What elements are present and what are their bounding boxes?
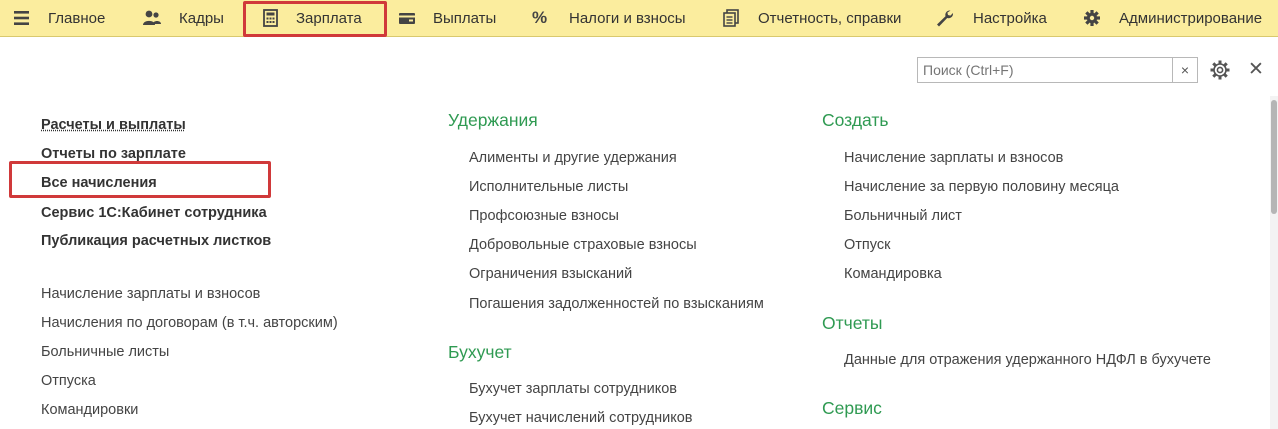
scrollbar-thumb[interactable] <box>1271 100 1277 214</box>
menu-item-reports[interactable]: Отчетность, справки <box>721 0 901 36</box>
percent-icon: % <box>532 8 548 27</box>
menu-item-label: Кадры <box>179 9 224 27</box>
menu-item-main[interactable]: Главное <box>12 0 105 36</box>
menu-item-label: Администрирование <box>1119 9 1263 27</box>
section-title-uderzhaniya: Удержания <box>448 110 538 130</box>
people-icon <box>142 9 162 27</box>
link-pogasheniya-zadolzhennostej[interactable]: Погашения задолженностей по взысканиям <box>469 296 764 312</box>
section-title-otchety: Отчеты <box>822 313 883 333</box>
search-input[interactable] <box>917 57 1173 83</box>
link-dannye-ndfl[interactable]: Данные для отражения удержанного НДФЛ в … <box>844 352 1211 368</box>
link-bolnichnye-listy[interactable]: Больничные листы <box>41 344 169 360</box>
link-otchety-po-zarplate[interactable]: Отчеты по зарплате <box>41 146 186 162</box>
search-clear-button[interactable]: × <box>1173 57 1198 83</box>
menu-item-administration[interactable]: Администрирование <box>1083 0 1262 36</box>
menu-item-payments[interactable]: Выплаты <box>398 0 496 36</box>
link-nachisleniya-po-dogovoram[interactable]: Начисления по договорам (в т.ч. авторски… <box>41 315 338 331</box>
menu-item-settings[interactable]: Настройка <box>935 0 1047 36</box>
close-icon: ✕ <box>1248 59 1264 80</box>
link-sozdat-pervaya-polovina[interactable]: Начисление за первую половину месяца <box>844 179 1119 195</box>
top-menu-bar: Главное Кадры Зарплата Выплаты % Налоги … <box>0 0 1278 37</box>
section-title-buhuchet: Бухучет <box>448 342 512 362</box>
link-dobrovolnye-vznosy[interactable]: Добровольные страховые взносы <box>469 237 697 253</box>
link-publikaciya-raschetnyh-listkov[interactable]: Публикация расчетных листков <box>41 233 271 249</box>
link-raschety-i-vyplaty[interactable]: Расчеты и выплаты <box>41 117 186 133</box>
section-title-servis: Сервис <box>822 398 882 418</box>
menu-item-label: Настройка <box>973 9 1047 27</box>
section-title-sozdat: Создать <box>822 110 889 130</box>
calculator-icon <box>261 9 281 27</box>
link-sozdat-nachislenie-zarplaty[interactable]: Начисление зарплаты и взносов <box>844 150 1063 166</box>
menu-item-label: Главное <box>48 9 106 27</box>
hamburger-icon <box>12 9 32 27</box>
menu-item-label: Выплаты <box>433 9 497 27</box>
link-ogranicheniya-vzyskanij[interactable]: Ограничения взысканий <box>469 266 632 282</box>
link-alimenty[interactable]: Алименты и другие удержания <box>469 150 677 166</box>
link-ispolnitelnye-listy[interactable]: Исполнительные листы <box>469 179 628 195</box>
menu-item-label: Отчетность, справки <box>758 9 902 27</box>
menu-item-label: Зарплата <box>296 9 362 27</box>
link-sozdat-komandirovka[interactable]: Командировка <box>844 266 942 282</box>
menu-item-salary[interactable]: Зарплата <box>261 0 362 36</box>
link-otpuska[interactable]: Отпуска <box>41 373 96 389</box>
wrench-icon <box>935 9 955 27</box>
link-sozdat-otpusk[interactable]: Отпуск <box>844 237 890 253</box>
menu-item-label: Налоги и взносы <box>569 9 686 27</box>
gear-icon <box>1083 9 1103 27</box>
link-nachislenie-zarplaty[interactable]: Начисление зарплаты и взносов <box>41 286 260 302</box>
menu-item-taxes[interactable]: % Налоги и взносы <box>532 0 686 36</box>
link-buhuchet-zarplaty[interactable]: Бухучет зарплаты сотрудников <box>469 381 677 397</box>
clear-icon: × <box>1180 62 1190 78</box>
gear-icon <box>1210 60 1230 80</box>
link-vse-nachisleniya[interactable]: Все начисления <box>41 175 157 191</box>
link-servis-kabinet-sotrudnika[interactable]: Сервис 1С:Кабинет сотрудника <box>41 205 267 221</box>
settings-button[interactable] <box>1209 59 1231 81</box>
menu-item-staff[interactable]: Кадры <box>142 0 224 36</box>
documents-icon <box>721 9 741 27</box>
link-buhuchet-nachislenij[interactable]: Бухучет начислений сотрудников <box>469 410 692 426</box>
close-button[interactable]: ✕ <box>1246 59 1266 81</box>
wallet-icon <box>398 9 418 27</box>
link-profsoyuznye-vznosy[interactable]: Профсоюзные взносы <box>469 208 619 224</box>
link-komandirovki[interactable]: Командировки <box>41 402 138 418</box>
link-sozdat-bolnichnyj[interactable]: Больничный лист <box>844 208 962 224</box>
